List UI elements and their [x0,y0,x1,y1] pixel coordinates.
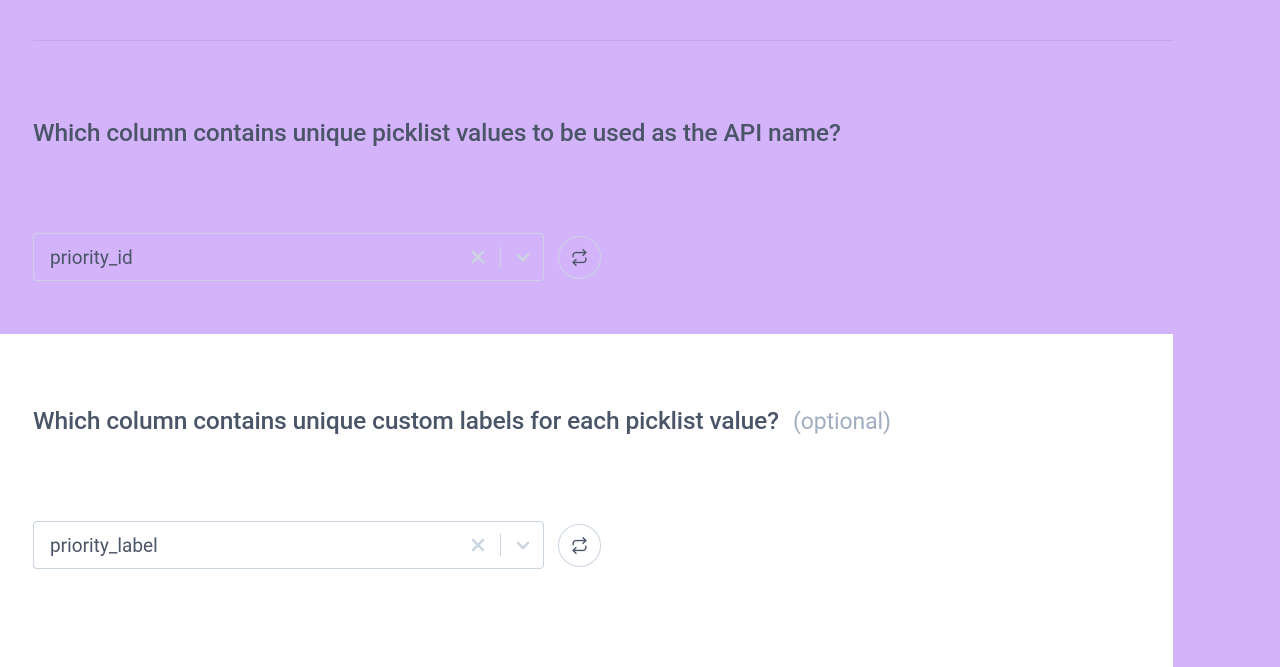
api-name-select-value: priority_id [50,246,466,269]
custom-label-question: Which column contains unique custom labe… [33,406,1173,435]
api-name-controls: priority_id [33,233,1173,281]
icon-divider [500,246,501,268]
chevron-down-icon[interactable] [511,533,535,557]
api-name-question: Which column contains unique picklist va… [33,118,1173,147]
swap-icon [571,537,588,554]
api-name-section: Which column contains unique picklist va… [33,118,1173,281]
swap-button[interactable] [558,236,601,279]
custom-label-select-value: priority_label [50,534,466,557]
swap-icon [571,249,588,266]
custom-label-question-text: Which column contains unique custom labe… [33,406,779,435]
chevron-down-icon[interactable] [511,245,535,269]
custom-label-section: Which column contains unique custom labe… [0,334,1173,667]
select-icons-group [466,533,535,557]
clear-icon[interactable] [466,533,490,557]
api-name-select[interactable]: priority_id [33,233,544,281]
optional-label: (optional) [793,408,891,435]
custom-label-select[interactable]: priority_label [33,521,544,569]
clear-icon[interactable] [466,245,490,269]
select-icons-group [466,245,535,269]
section-divider [33,40,1173,41]
icon-divider [500,534,501,556]
custom-label-controls: priority_label [33,521,1173,569]
swap-button[interactable] [558,524,601,567]
